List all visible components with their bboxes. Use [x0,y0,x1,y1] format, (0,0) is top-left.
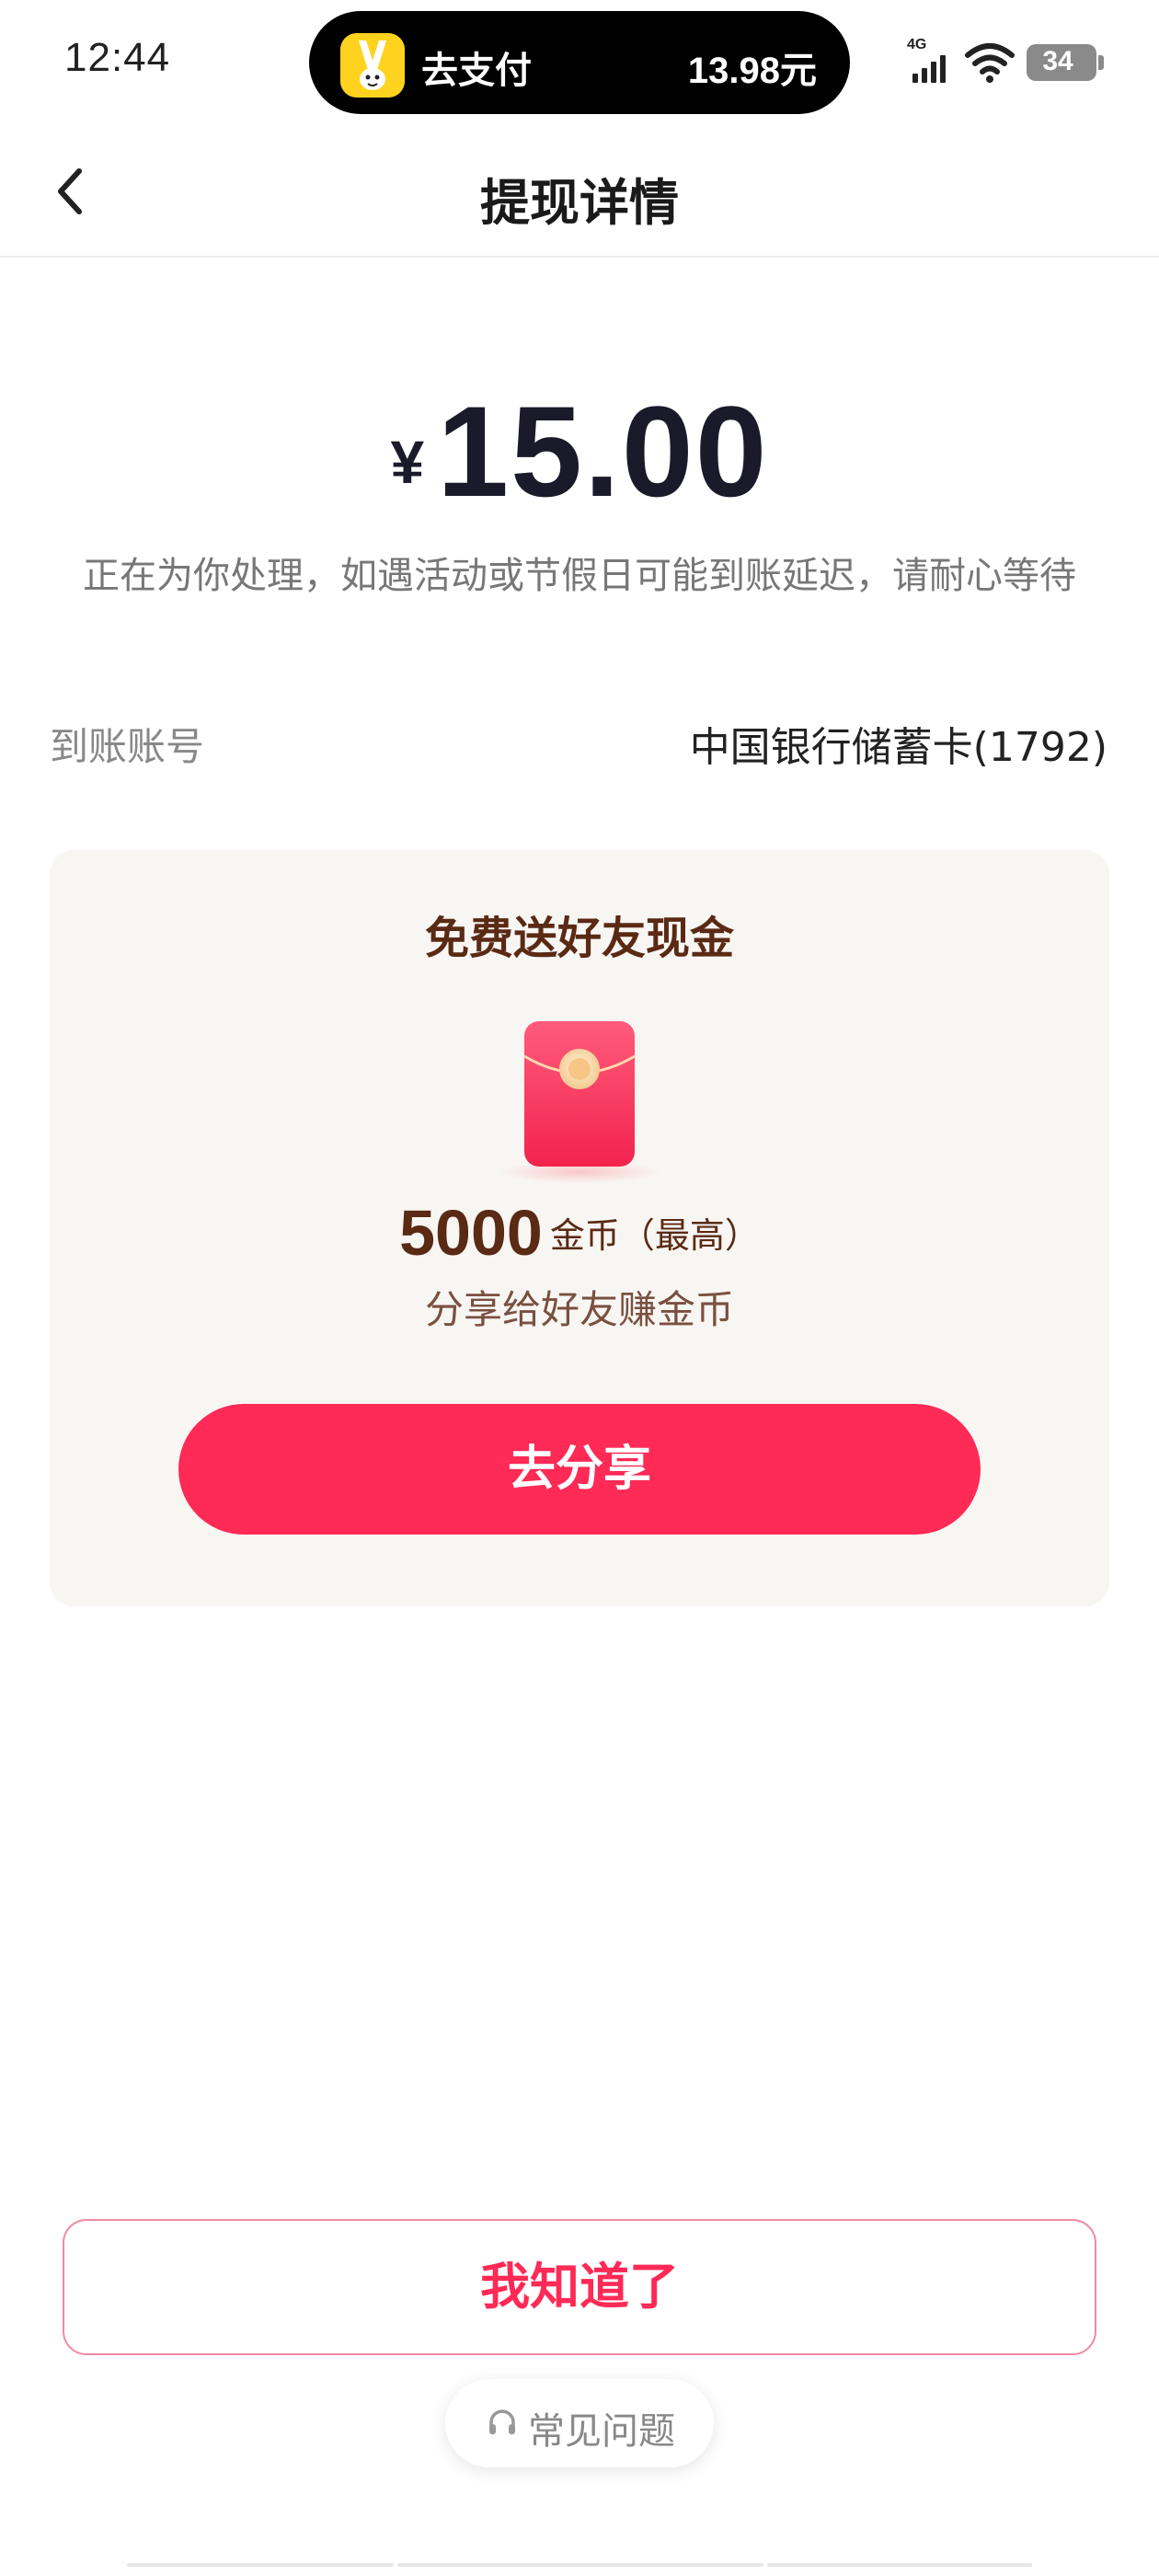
account-value: 中国银行储蓄卡(1792) [689,724,1107,771]
battery-nub [1098,55,1104,70]
account-label: 到账账号 [50,724,205,769]
share-promo-card: 免费送好友现金 5000 金币（最高） 分享给好友赚金币 去分享 [50,850,1109,1606]
payment-live-activity[interactable]: 去支付 13.98元 [309,11,850,114]
amount-value: 15.00 [437,379,769,523]
wifi-icon [965,43,1015,83]
processing-note: 正在为你处理，如遇活动或节假日可能到账延迟，请耐心等待 [83,555,1076,597]
coin-reward: 5000 金币（最高） [50,1196,1109,1270]
coin-unit: 金币（最高） [549,1215,760,1256]
red-envelope-icon [497,1021,662,1183]
faq-button[interactable]: 常见问题 [445,2379,714,2467]
promo-subtitle: 分享给好友赚金币 [424,1287,734,1332]
app-logo-icon [340,33,405,98]
status-time: 12:44 [64,35,171,80]
nav-bar: 提现详情 [0,125,1159,258]
indicator-segment [767,2563,1032,2567]
system-icons: 4G 34 [907,37,1104,88]
status-bar: 12:44 去支付 13.98元 4G 34 [0,0,1159,125]
battery-level: 34 [1042,46,1073,76]
page-title: 提现详情 [480,174,679,232]
confirm-button[interactable]: 我知道了 [63,2219,1096,2355]
share-button[interactable]: 去分享 [178,1404,981,1535]
currency-symbol: ¥ [390,428,425,496]
promo-title: 免费送好友现金 [424,913,734,964]
headset-icon [489,2409,515,2434]
network-type: 4G [907,37,927,52]
faq-label: 常见问题 [528,2410,675,2453]
withdrawal-amount: ¥15.00 [0,377,1159,526]
pay-amount: 13.98元 [687,51,817,91]
battery-icon: 34 [1027,44,1096,81]
bottom-indicator [127,2563,1032,2569]
indicator-segment [127,2563,394,2567]
indicator-segment [397,2563,763,2567]
coin-amount: 5000 [399,1197,543,1269]
cellular-signal-icon [912,55,946,83]
pay-label: 去支付 [421,50,532,92]
